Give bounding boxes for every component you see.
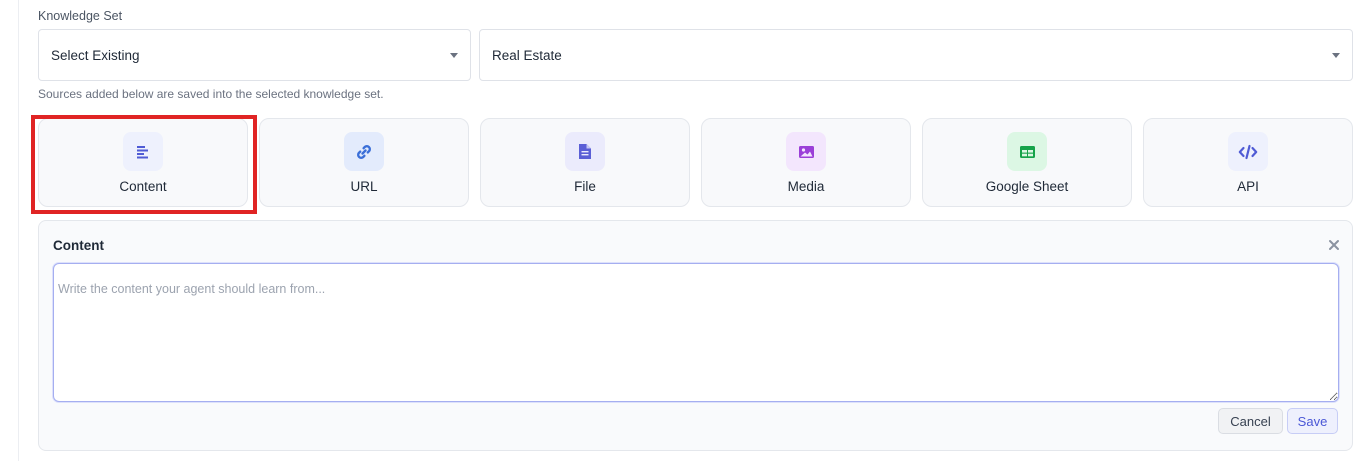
knowledge-set-mode-value: Select Existing (51, 47, 140, 63)
source-tile-google-sheet[interactable]: Google Sheet (922, 118, 1132, 207)
content-panel: Content Cancel Save (38, 220, 1353, 451)
source-tile-api[interactable]: API (1143, 118, 1353, 207)
caret-down-icon (1332, 53, 1340, 58)
cancel-button[interactable]: Cancel (1218, 408, 1283, 434)
source-tile-label: File (574, 179, 596, 194)
sheet-icon (1007, 132, 1047, 171)
knowledge-set-select[interactable]: Real Estate (479, 29, 1353, 81)
content-textarea[interactable] (53, 263, 1339, 402)
source-tile-label: Google Sheet (985, 179, 1069, 194)
code-icon (1228, 132, 1268, 171)
save-button[interactable]: Save (1287, 408, 1338, 434)
knowledge-set-help-text: Sources added below are saved into the s… (38, 87, 384, 101)
source-tile-label: API (1237, 179, 1259, 194)
source-tile-label: URL (350, 179, 378, 194)
close-icon[interactable] (1326, 237, 1342, 253)
knowledge-set-label: Knowledge Set (38, 9, 123, 23)
content-lines-icon (123, 132, 163, 171)
source-tile-url[interactable]: URL (259, 118, 469, 207)
panel-title: Content (53, 238, 104, 253)
image-icon (786, 132, 826, 171)
knowledge-set-mode-select[interactable]: Select Existing (38, 29, 471, 81)
file-icon (565, 132, 605, 171)
source-tile-file[interactable]: File (480, 118, 690, 207)
source-tile-label: Media (787, 179, 825, 194)
source-tile-label: Content (119, 179, 167, 194)
source-tile-media[interactable]: Media (701, 118, 911, 207)
left-divider (18, 0, 19, 461)
knowledge-set-value: Real Estate (492, 47, 562, 63)
link-icon (344, 132, 384, 171)
caret-down-icon (450, 53, 458, 58)
source-tile-content[interactable]: Content (38, 118, 248, 207)
